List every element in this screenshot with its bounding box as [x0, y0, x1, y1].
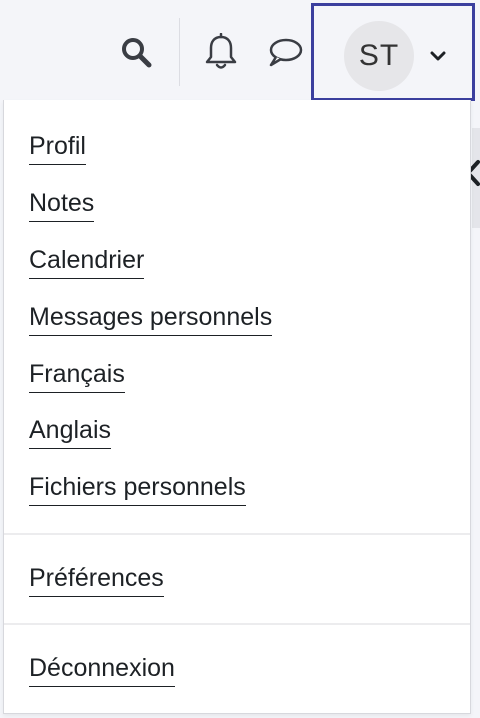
menu-divider [4, 533, 470, 535]
messages-button[interactable] [264, 32, 306, 72]
avatar-initials: ST [358, 39, 400, 72]
menu-item-notes[interactable]: Notes [29, 187, 95, 222]
menu-divider [4, 623, 470, 625]
navbar-divider [179, 18, 180, 86]
chevron-down-icon[interactable] [428, 46, 448, 66]
menu-item-fichiers-personnels[interactable]: Fichiers personnels [29, 471, 246, 506]
chat-bubble-icon [269, 38, 303, 67]
top-navbar: ST [0, 0, 480, 101]
menu-item-francais[interactable]: Français [29, 358, 125, 393]
search-icon [122, 38, 152, 68]
avatar[interactable]: ST [344, 21, 414, 91]
menu-item-anglais[interactable]: Anglais [29, 414, 111, 449]
search-button[interactable] [116, 32, 156, 72]
page: ST Profil Notes Calendrier Messages pers… [0, 0, 480, 718]
menu-item-calendrier[interactable]: Calendrier [29, 244, 145, 279]
menu-item-preferences[interactable]: Préférences [29, 562, 164, 597]
user-dropdown-menu: Profil Notes Calendrier Messages personn… [3, 100, 471, 714]
notifications-button[interactable] [200, 30, 242, 74]
logout-link[interactable]: Déconnexion [29, 652, 175, 687]
menu-item-profil[interactable]: Profil [29, 130, 86, 165]
menu-item-messages-personnels[interactable]: Messages personnels [29, 301, 273, 336]
user-menu-toggle[interactable]: ST [311, 3, 475, 101]
bell-icon [205, 33, 237, 69]
